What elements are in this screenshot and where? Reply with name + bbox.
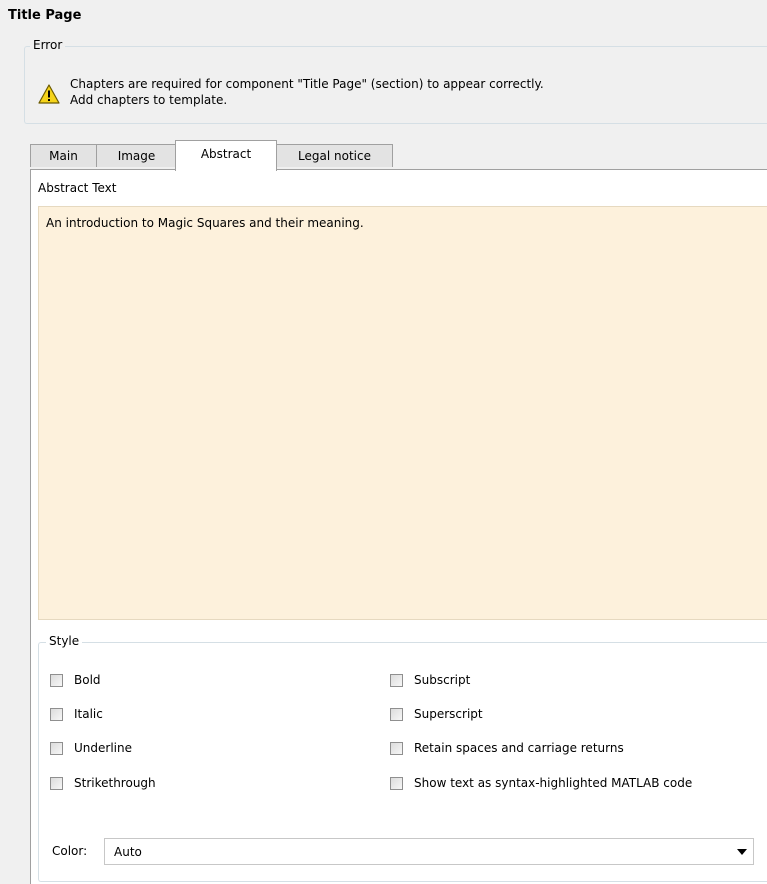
underline-checkbox[interactable]: Underline [50,739,132,757]
matlab-syntax-label: Show text as syntax-highlighted MATLAB c… [414,776,693,790]
chevron-down-icon[interactable] [737,849,747,855]
tab-legal-notice[interactable]: Legal notice [276,144,393,167]
warning-icon [38,84,60,104]
strikethrough-checkbox[interactable]: Strikethrough [50,774,156,792]
subscript-checkbox[interactable]: Subscript [390,671,470,689]
italic-checkbox[interactable]: Italic [50,705,103,723]
error-message-line2: Add chapters to template. [70,93,228,107]
error-legend: Error [30,38,66,52]
checkbox-box[interactable] [50,673,63,687]
italic-label: Italic [74,707,103,721]
tab-main[interactable]: Main [30,144,97,167]
checkbox-box[interactable] [390,707,403,721]
error-message-line1: Chapters are required for component "Tit… [70,77,544,91]
checkbox-box[interactable] [50,776,63,790]
checkbox-box[interactable] [390,673,403,687]
style-legend: Style [46,634,83,648]
color-dropdown[interactable]: Auto [104,838,754,865]
subscript-label: Subscript [414,673,471,687]
underline-label: Underline [74,741,132,755]
color-label: Color: [52,844,88,858]
abstract-text-area[interactable]: An introduction to Magic Squares and the… [38,206,767,620]
superscript-checkbox[interactable]: Superscript [390,705,483,723]
superscript-label: Superscript [414,707,483,721]
checkbox-box[interactable] [390,776,403,790]
checkbox-box[interactable] [50,741,63,755]
abstract-text-label: Abstract Text [38,181,117,195]
retain-spaces-label: Retain spaces and carriage returns [414,741,624,755]
retain-spaces-checkbox[interactable]: Retain spaces and carriage returns [390,739,624,757]
tab-abstract[interactable]: Abstract [175,140,277,171]
bold-label: Bold [74,673,101,687]
tab-strip: Main Image Abstract Legal notice [30,140,767,171]
bold-checkbox[interactable]: Bold [50,671,101,689]
error-message: Chapters are required for component "Tit… [70,76,544,108]
color-value: Auto [114,845,142,859]
matlab-syntax-checkbox[interactable]: Show text as syntax-highlighted MATLAB c… [390,774,692,792]
strikethrough-label: Strikethrough [74,776,156,790]
page-title: Title Page [8,8,82,23]
checkbox-box[interactable] [390,741,403,755]
checkbox-box[interactable] [50,707,63,721]
tab-image[interactable]: Image [96,144,177,167]
